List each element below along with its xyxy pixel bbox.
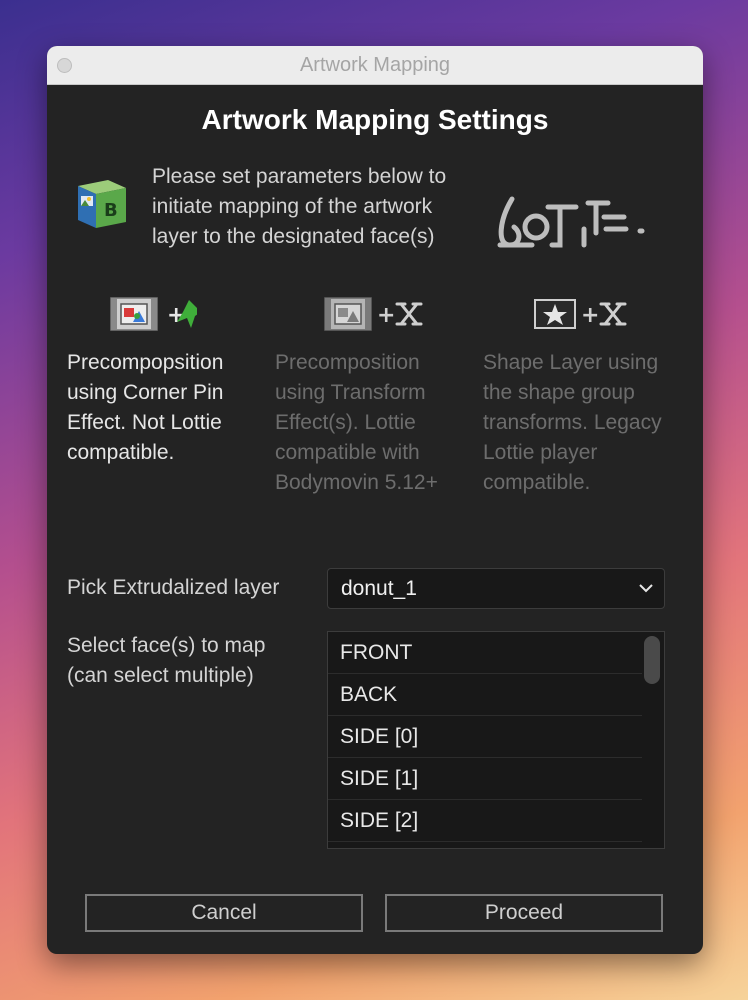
option-description: Precompopsition using Corner Pin Effect.… (67, 348, 257, 468)
list-item[interactable]: SIDE [0] (328, 716, 642, 758)
option-shape-layer[interactable]: + Shape Layer using the shape group tran… (483, 294, 683, 498)
option-corner-pin[interactable]: + Precompopsition using Corner Pin Effec… (67, 294, 257, 468)
window-title: Artwork Mapping (299, 54, 451, 76)
list-item[interactable]: SIDE [2] (328, 800, 642, 842)
desc-line: the shape group (483, 381, 635, 404)
intro-line-3: layer to the designated face(s) (152, 225, 435, 248)
cancel-button[interactable]: Cancel (85, 894, 363, 932)
desc-line: Precomposition (275, 351, 420, 374)
option-icons: + (275, 294, 465, 334)
desc-line: Effect(s). Lottie (275, 411, 416, 434)
desc-line: Effect. Not Lottie (67, 411, 222, 434)
layer-picker-select[interactable]: donut_1 (327, 568, 665, 609)
desc-line: compatible. (67, 441, 175, 464)
shape-star-icon (534, 299, 576, 329)
dialog-heading: Artwork Mapping Settings (201, 104, 549, 135)
desc-line: compatible with (275, 441, 420, 464)
list-item[interactable]: BACK (328, 674, 642, 716)
transform-icon (599, 302, 627, 326)
faces-label-line-2: (can select multiple) (67, 664, 254, 687)
layer-picker-value: donut_1 (341, 577, 417, 600)
plus-glyph: + (581, 303, 599, 328)
faces-listbox[interactable]: FRONT BACK SIDE [0] SIDE [1] SIDE [2] (327, 631, 665, 849)
option-icons: + (483, 294, 683, 334)
option-icons: + (67, 294, 257, 334)
desc-line: compatible. (483, 471, 591, 494)
listbox-scrollbar[interactable] (644, 636, 660, 684)
desc-line: transforms. Legacy (483, 411, 662, 434)
list-item[interactable]: FRONT (328, 632, 642, 674)
chevron-down-icon (639, 584, 653, 593)
intro-line-1: Please set parameters below to (152, 165, 447, 188)
title-bar[interactable]: Artwork Mapping (47, 46, 703, 85)
artwork-mapping-window: Artwork Mapping Artwork Mapping Settings… (47, 46, 703, 954)
precomp-icon (110, 297, 158, 331)
option-description: Shape Layer using the shape group transf… (483, 348, 683, 498)
intro-text: Please set parameters below to initiate … (152, 162, 472, 252)
transform-icon (395, 302, 423, 326)
faces-label-line-1: Select face(s) to map (67, 634, 266, 657)
lottie-logo (497, 196, 645, 248)
list-item[interactable]: SIDE [1] (328, 758, 642, 800)
layer-picker-label: Pick Extrudalized layer (67, 576, 280, 599)
svg-text:B: B (104, 200, 118, 221)
desc-line: using Corner Pin (67, 381, 224, 404)
desc-line: Shape Layer using (483, 351, 659, 374)
plus-glyph: + (377, 303, 395, 328)
option-transform-effect[interactable]: + Precomposition using Transform Effect(… (275, 294, 465, 498)
option-description: Precomposition using Transform Effect(s)… (275, 348, 465, 498)
desc-line: Lottie player (483, 441, 598, 464)
intro-line-2: initiate mapping of the artwork (152, 195, 433, 218)
cube-icon: B (78, 180, 126, 228)
desc-line: Precompopsition (67, 351, 224, 374)
desc-line: using Transform (275, 381, 426, 404)
faces-label: Select face(s) to map (can select multip… (67, 631, 265, 691)
desc-line: Bodymovin 5.12+ (275, 471, 438, 494)
precomp-icon (324, 297, 372, 331)
proceed-button[interactable]: Proceed (385, 894, 663, 932)
